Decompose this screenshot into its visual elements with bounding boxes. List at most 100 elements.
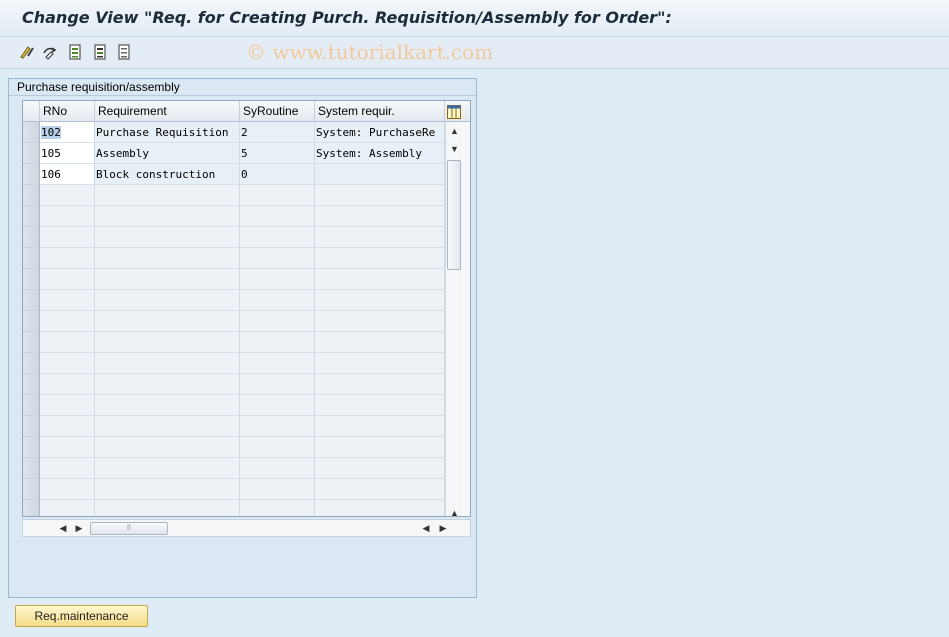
cell-requirement[interactable] [95,458,240,479]
cell-syroutine[interactable] [240,248,315,269]
cell-rno[interactable] [40,269,95,290]
deselect-all-icon[interactable] [115,43,133,61]
cell-syroutine[interactable]: 5 [240,143,315,164]
cell-syroutine[interactable] [240,500,315,516]
table-settings-icon[interactable] [445,103,462,120]
row-selector[interactable] [23,248,40,269]
cell-syroutine[interactable] [240,437,315,458]
cell-system-requir[interactable] [315,227,445,248]
cell-rno[interactable] [40,311,95,332]
cell-requirement[interactable]: Purchase Requisition [95,122,240,143]
scroll-left-end-icon[interactable]: ◀ [420,521,432,535]
cell-requirement[interactable] [95,269,240,290]
scroll-right-icon[interactable]: ▶ [437,521,449,535]
cell-requirement[interactable] [95,332,240,353]
cell-system-requir[interactable] [315,416,445,437]
cell-rno[interactable] [40,437,95,458]
cell-requirement[interactable] [95,311,240,332]
cell-requirement[interactable] [95,290,240,311]
cell-requirement[interactable] [95,437,240,458]
cell-rno[interactable]: 105 [40,143,95,164]
cell-rno[interactable] [40,416,95,437]
column-header-requirement[interactable]: Requirement [95,101,240,122]
cell-syroutine[interactable] [240,395,315,416]
cell-syroutine[interactable]: 2 [240,122,315,143]
cell-rno[interactable] [40,374,95,395]
cell-rno[interactable] [40,458,95,479]
cell-syroutine[interactable] [240,227,315,248]
cell-rno[interactable]: 102 [40,122,95,143]
cell-system-requir[interactable] [315,164,445,185]
cell-syroutine[interactable] [240,479,315,500]
cell-requirement[interactable] [95,206,240,227]
row-selector[interactable] [23,311,40,332]
scroll-up-icon[interactable]: ▲ [446,124,463,138]
cell-system-requir[interactable] [315,269,445,290]
cell-requirement[interactable] [95,227,240,248]
cell-system-requir[interactable] [315,185,445,206]
row-selector[interactable] [23,500,40,516]
row-selector[interactable] [23,164,40,185]
other-entry-icon[interactable] [41,43,59,61]
row-selector[interactable] [23,353,40,374]
cell-system-requir[interactable]: System: Assembly [315,143,445,164]
cell-syroutine[interactable] [240,311,315,332]
cell-system-requir[interactable] [315,290,445,311]
cell-syroutine[interactable] [240,374,315,395]
cell-syroutine[interactable] [240,290,315,311]
cell-syroutine[interactable] [240,206,315,227]
row-selector[interactable] [23,185,40,206]
cell-rno[interactable] [40,248,95,269]
cell-system-requir[interactable] [315,248,445,269]
cell-rno[interactable] [40,290,95,311]
cell-requirement[interactable] [95,185,240,206]
row-selector[interactable] [23,206,40,227]
cell-system-requir[interactable] [315,311,445,332]
cell-system-requir[interactable] [315,395,445,416]
scroll-left-icon[interactable]: ◀ [57,521,69,535]
cell-requirement[interactable]: Block construction [95,164,240,185]
vertical-scrollbar[interactable]: ▲ ▼ ▲ ▼ [445,122,463,516]
cell-requirement[interactable] [95,248,240,269]
cell-requirement[interactable] [95,395,240,416]
row-selector[interactable] [23,122,40,143]
cell-syroutine[interactable] [240,458,315,479]
row-selector[interactable] [23,227,40,248]
cell-requirement[interactable] [95,500,240,516]
row-selector[interactable] [23,437,40,458]
cell-syroutine[interactable] [240,416,315,437]
cell-requirement[interactable] [95,416,240,437]
cell-system-requir[interactable] [315,206,445,227]
req-maintenance-button[interactable]: Req.maintenance [15,605,148,627]
row-selector[interactable] [23,290,40,311]
select-block-icon[interactable] [91,43,109,61]
row-selector[interactable] [23,458,40,479]
column-header-syroutine[interactable]: SyRoutine [240,101,315,122]
row-selector[interactable] [23,269,40,290]
page-up-icon[interactable]: ▼ [446,142,463,156]
select-all-rows-cell[interactable] [23,101,40,122]
cell-rno[interactable] [40,206,95,227]
cell-requirement[interactable] [95,479,240,500]
scroll-right-page-icon[interactable]: ▶ [73,521,85,535]
cell-system-requir[interactable] [315,437,445,458]
row-selector[interactable] [23,374,40,395]
cell-rno[interactable] [40,395,95,416]
cell-requirement[interactable] [95,353,240,374]
cell-requirement[interactable] [95,374,240,395]
column-header-rno[interactable]: RNo [40,101,95,122]
row-selector[interactable] [23,332,40,353]
select-all-icon[interactable] [66,43,84,61]
cell-system-requir[interactable] [315,374,445,395]
cell-rno[interactable] [40,500,95,516]
cell-system-requir[interactable] [315,332,445,353]
column-header-system-requir[interactable]: System requir. [315,101,445,122]
cell-system-requir[interactable] [315,458,445,479]
cell-system-requir[interactable]: System: PurchaseRe [315,122,445,143]
cell-rno[interactable] [40,185,95,206]
cell-syroutine[interactable] [240,185,315,206]
cell-syroutine[interactable]: 0 [240,164,315,185]
cell-rno[interactable] [40,227,95,248]
display-change-icon[interactable] [18,43,36,61]
horizontal-scrollbar[interactable]: ◀ ▶ ⠿ ◀ ▶ [22,519,471,537]
